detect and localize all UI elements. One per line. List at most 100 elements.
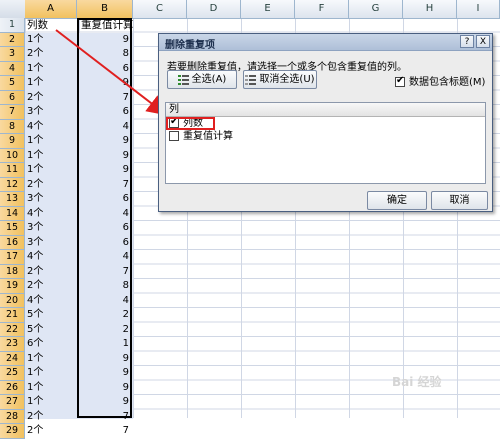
- cell-b[interactable]: 7: [79, 178, 129, 193]
- cell-a[interactable]: 1个: [27, 366, 75, 381]
- row-header[interactable]: 23: [0, 337, 25, 352]
- cell-a[interactable]: 1个: [27, 149, 75, 164]
- row-header[interactable]: 10: [0, 148, 25, 163]
- row-header[interactable]: 27: [0, 395, 25, 410]
- cell-b[interactable]: 4: [79, 120, 129, 135]
- row-header[interactable]: 25: [0, 366, 25, 381]
- cell-b[interactable]: 7: [79, 410, 129, 425]
- cell-a[interactable]: 1个: [27, 395, 75, 410]
- cell-a[interactable]: 1个: [27, 76, 75, 91]
- cell-a[interactable]: 6个: [27, 337, 75, 352]
- cancel-button[interactable]: 取消: [431, 191, 488, 210]
- row-header[interactable]: 18: [0, 264, 25, 279]
- select-all-corner[interactable]: [0, 0, 26, 18]
- cell-b[interactable]: 6: [79, 221, 129, 236]
- cell-a[interactable]: 3个: [27, 105, 75, 120]
- row-header[interactable]: 24: [0, 351, 25, 366]
- select-all-button[interactable]: 全选(A): [167, 70, 237, 89]
- cell-a[interactable]: 1个: [27, 163, 75, 178]
- cell-b[interactable]: 9: [79, 76, 129, 91]
- row-header[interactable]: 29: [0, 424, 25, 439]
- cell-b[interactable]: 9: [79, 134, 129, 149]
- row-header[interactable]: 22: [0, 322, 25, 337]
- cell-a[interactable]: 2个: [27, 178, 75, 193]
- close-button[interactable]: X: [476, 35, 490, 48]
- cell-a[interactable]: 2个: [27, 265, 75, 280]
- row-header[interactable]: 20: [0, 293, 25, 308]
- column-header-b[interactable]: B: [77, 0, 133, 18]
- ok-button[interactable]: 确定: [367, 191, 427, 210]
- cell-a[interactable]: 1个: [27, 33, 75, 48]
- cell-a[interactable]: 4个: [27, 120, 75, 135]
- cell-b[interactable]: 7: [79, 265, 129, 280]
- cell-b[interactable]: 4: [79, 250, 129, 265]
- cell-a[interactable]: 2个: [27, 424, 75, 439]
- has-header-option[interactable]: ✔ 数据包含标题(M): [395, 73, 485, 88]
- row-header[interactable]: 19: [0, 279, 25, 294]
- cell-a[interactable]: 4个: [27, 294, 75, 309]
- cell-a[interactable]: 1个: [27, 134, 75, 149]
- cell-b[interactable]: 7: [79, 424, 129, 439]
- row-header[interactable]: 21: [0, 308, 25, 323]
- column-header-e[interactable]: E: [241, 0, 295, 18]
- cell-b[interactable]: 9: [79, 395, 129, 410]
- cell-b[interactable]: 6: [79, 105, 129, 120]
- cell-a[interactable]: 1个: [27, 352, 75, 367]
- cell-b[interactable]: 7: [79, 91, 129, 106]
- row-header[interactable]: 11: [0, 163, 25, 178]
- cell-a[interactable]: 1个: [27, 62, 75, 77]
- unselect-all-button[interactable]: 取消全选(U): [243, 70, 317, 89]
- row-header[interactable]: 26: [0, 380, 25, 395]
- cell-a[interactable]: 3个: [27, 192, 75, 207]
- cell-a[interactable]: 1个: [27, 381, 75, 396]
- cell-b[interactable]: 9: [79, 149, 129, 164]
- row-header[interactable]: 17: [0, 250, 25, 265]
- cell-b[interactable]: 8: [79, 47, 129, 62]
- header-cell-a[interactable]: 列数: [27, 18, 48, 33]
- cell-b[interactable]: 8: [79, 279, 129, 294]
- row-header[interactable]: 6: [0, 90, 25, 105]
- row-header[interactable]: 12: [0, 177, 25, 192]
- row-header[interactable]: 5: [0, 76, 25, 91]
- cell-a[interactable]: 5个: [27, 308, 75, 323]
- cell-a[interactable]: 4个: [27, 250, 75, 265]
- row-header[interactable]: 2: [0, 32, 25, 47]
- row-header[interactable]: 7: [0, 105, 25, 120]
- cell-b[interactable]: 6: [79, 236, 129, 251]
- column-item-checkbox[interactable]: [169, 131, 179, 141]
- cell-a[interactable]: 2个: [27, 279, 75, 294]
- cell-b[interactable]: 9: [79, 366, 129, 381]
- cell-b[interactable]: 4: [79, 294, 129, 309]
- column-header-g[interactable]: G: [349, 0, 403, 18]
- row-header[interactable]: 14: [0, 206, 25, 221]
- row-header[interactable]: 3: [0, 47, 25, 62]
- row-header[interactable]: 4: [0, 61, 25, 76]
- row-header[interactable]: 9: [0, 134, 25, 149]
- dialog-titlebar[interactable]: 删除重复项 ? X: [159, 34, 492, 51]
- cell-b[interactable]: 6: [79, 192, 129, 207]
- cell-b[interactable]: 4: [79, 207, 129, 222]
- row-header[interactable]: 1: [0, 18, 25, 33]
- row-header[interactable]: 28: [0, 409, 25, 424]
- cell-a[interactable]: 2个: [27, 47, 75, 62]
- help-button[interactable]: ?: [460, 35, 474, 48]
- row-header[interactable]: 16: [0, 235, 25, 250]
- cell-b[interactable]: 6: [79, 62, 129, 77]
- cell-b[interactable]: 9: [79, 352, 129, 367]
- has-header-checkbox[interactable]: ✔: [395, 75, 405, 87]
- column-header-h[interactable]: H: [403, 0, 457, 18]
- cell-b[interactable]: 9: [79, 33, 129, 48]
- column-header-d[interactable]: D: [187, 0, 241, 18]
- column-header-f[interactable]: F: [295, 0, 349, 18]
- column-header-c[interactable]: C: [133, 0, 187, 18]
- cell-a[interactable]: 5个: [27, 323, 75, 338]
- cell-a[interactable]: 2个: [27, 91, 75, 106]
- cell-b[interactable]: 2: [79, 308, 129, 323]
- cell-a[interactable]: 3个: [27, 221, 75, 236]
- cell-b[interactable]: 9: [79, 163, 129, 178]
- column-header-i[interactable]: I: [457, 0, 500, 18]
- column-item-chongfuzhi[interactable]: 重复值计算: [166, 130, 485, 143]
- header-cell-b[interactable]: 重复值计算: [81, 18, 134, 33]
- cell-a[interactable]: 3个: [27, 236, 75, 251]
- cell-b[interactable]: 2: [79, 323, 129, 338]
